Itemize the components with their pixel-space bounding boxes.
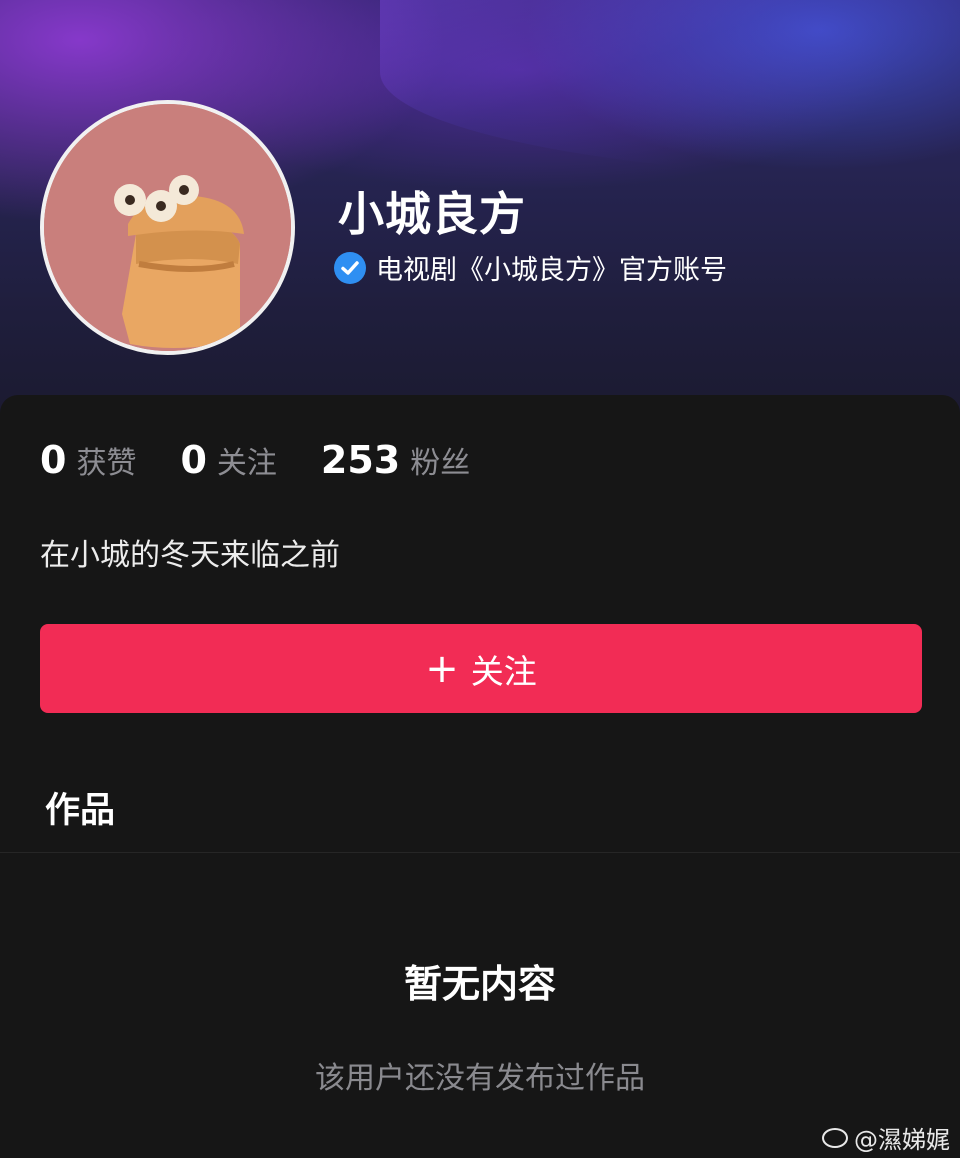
stats-row: 0 获赞 0 关注 253 粉丝 <box>40 438 514 482</box>
profile-content-panel <box>0 395 960 1158</box>
stat-followers[interactable]: 253 粉丝 <box>321 438 470 482</box>
stat-likes-count: 0 <box>40 438 67 482</box>
stat-likes-label: 获赞 <box>76 446 137 481</box>
follow-button[interactable]: + 关注 <box>40 624 922 713</box>
stat-following-count: 0 <box>180 438 207 482</box>
avatar-mascot-image <box>44 104 291 351</box>
watermark-text: @濕娣娓 <box>854 1126 950 1154</box>
follow-button-label: 关注 <box>470 651 537 691</box>
stat-following-label: 关注 <box>216 446 277 481</box>
weibo-logo-icon <box>822 1127 848 1148</box>
stat-followers-count: 253 <box>320 438 401 482</box>
profile-bio: 在小城的冬天来临之前 <box>40 538 340 573</box>
verified-check-icon <box>334 251 366 284</box>
verification-row: 电视剧《小城良方》官方账号 <box>334 248 727 287</box>
empty-state-subtitle: 该用户还没有发布过作品 <box>315 1061 645 1096</box>
watermark: @濕娣娓 <box>822 1120 950 1155</box>
empty-state-title: 暂无内容 <box>403 962 556 1006</box>
stat-followers-label: 粉丝 <box>410 446 471 481</box>
plus-icon: + <box>425 645 459 692</box>
tab-works[interactable]: 作品 <box>45 782 115 833</box>
stat-likes[interactable]: 0 获赞 <box>40 438 136 482</box>
avatar[interactable] <box>40 100 295 355</box>
profile-name: 小城良方 <box>338 187 526 241</box>
tab-divider <box>0 852 960 853</box>
verification-label: 电视剧《小城良方》官方账号 <box>376 255 727 286</box>
stat-following[interactable]: 0 关注 <box>180 438 276 482</box>
